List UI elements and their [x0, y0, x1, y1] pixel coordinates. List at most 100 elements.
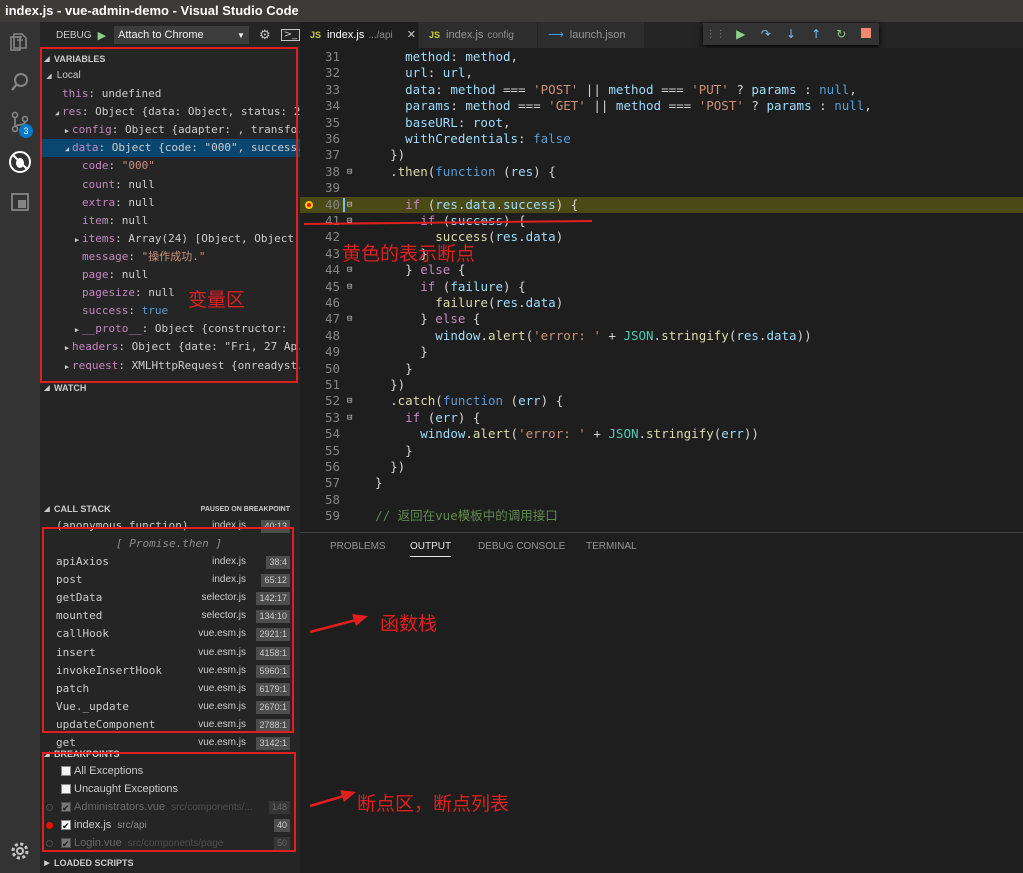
- tab-index-config[interactable]: JS index.js config: [419, 22, 537, 48]
- launch-config-select[interactable]: Attach to Chrome ▼: [114, 26, 249, 44]
- callstack-header[interactable]: ◢ CALL STACK PAUSED ON BREAKPOINT: [40, 499, 300, 519]
- drag-handle-icon[interactable]: ⋮⋮: [703, 29, 728, 40]
- code-line[interactable]: 34 params: method === 'GET' || method ==…: [300, 98, 1023, 115]
- code-line[interactable]: 55 }: [300, 443, 1023, 460]
- line-number[interactable]: 43: [300, 246, 340, 263]
- code-line[interactable]: 58: [300, 492, 1023, 509]
- line-number[interactable]: 55: [300, 443, 340, 460]
- code-line[interactable]: 54 window.alert('error: ' + JSON.stringi…: [300, 426, 1023, 443]
- search-icon[interactable]: [0, 62, 40, 102]
- code-line[interactable]: 35 baseURL: root,: [300, 115, 1023, 132]
- tab-label: launch.json: [569, 29, 626, 41]
- code-line[interactable]: 38 ⊟ .then(function (res) {: [300, 164, 1023, 181]
- tab-launch-json[interactable]: ⟶ launch.json: [538, 22, 644, 48]
- code-line[interactable]: 53 ⊟ if (err) {: [300, 410, 1023, 427]
- tab-index-api[interactable]: JS index.js .../api ✕: [300, 22, 418, 48]
- line-number[interactable]: 33: [300, 82, 340, 99]
- code-line[interactable]: 51 }): [300, 377, 1023, 394]
- code-line[interactable]: 37 }): [300, 147, 1023, 164]
- code-text: withCredentials: false: [405, 131, 571, 146]
- line-number[interactable]: 49: [300, 344, 340, 361]
- line-number[interactable]: 36: [300, 131, 340, 148]
- code-line[interactable]: 49 }: [300, 344, 1023, 361]
- start-debug-icon[interactable]: ▶: [98, 29, 106, 42]
- explorer-icon[interactable]: [0, 22, 40, 62]
- code-line[interactable]: 32 url: url,: [300, 65, 1023, 82]
- line-number[interactable]: 53: [300, 410, 340, 427]
- tab-desc: .../api: [368, 30, 393, 41]
- code-line[interactable]: 52 ⊟ .catch(function (err) {: [300, 393, 1023, 410]
- debug-actions-toolbar: ⋮⋮ ▶ ↷ ↓ ↑ ↻: [703, 23, 879, 45]
- extensions-icon[interactable]: [0, 182, 40, 222]
- code-line[interactable]: 48 window.alert('error: ' + JSON.stringi…: [300, 328, 1023, 345]
- code-editor[interactable]: 31 method: method, 32 url: url, 33 data: m…: [300, 48, 1023, 532]
- line-number[interactable]: 59: [300, 508, 340, 525]
- gear-icon[interactable]: [0, 831, 40, 871]
- fold-icon[interactable]: ⊟: [347, 311, 352, 328]
- line-number[interactable]: 51: [300, 377, 340, 394]
- continue-icon[interactable]: ▶: [728, 27, 753, 41]
- line-number[interactable]: 50: [300, 361, 340, 378]
- line-number[interactable]: 38: [300, 164, 340, 181]
- line-number[interactable]: 57: [300, 475, 340, 492]
- line-number[interactable]: 44: [300, 262, 340, 279]
- chevron-down-icon: ◢: [44, 385, 50, 392]
- variables-highlight-box: [40, 47, 298, 383]
- code-line[interactable]: 45 ⊟ if (failure) {: [300, 279, 1023, 296]
- tab-debug-console[interactable]: DEBUG CONSOLE: [478, 541, 565, 552]
- gear-icon[interactable]: ⚙: [259, 28, 271, 43]
- code-text: data: method === 'POST' || method === 'P…: [405, 81, 857, 97]
- code-text: .catch(function (err) {: [360, 393, 564, 409]
- breakpoint-annotation-underline: [303, 220, 593, 225]
- code-line[interactable]: 50 }: [300, 361, 1023, 378]
- chevron-down-icon: ▼: [237, 30, 245, 40]
- chevron-right-icon: ▶: [44, 860, 50, 867]
- source-control-icon[interactable]: 3: [0, 102, 40, 142]
- code-text: window.alert('error: ' + JSON.stringify(…: [435, 327, 812, 343]
- code-text: }: [360, 475, 383, 491]
- line-number[interactable]: 37: [300, 147, 340, 164]
- line-number[interactable]: 48: [300, 328, 340, 345]
- line-number[interactable]: 54: [300, 426, 340, 443]
- js-file-icon: JS: [310, 30, 322, 40]
- callstack-note: 函数栈: [380, 613, 438, 635]
- tab-problems[interactable]: PROBLEMS: [330, 541, 386, 552]
- fold-icon[interactable]: ⊟: [347, 279, 352, 296]
- line-number[interactable]: 35: [300, 115, 340, 132]
- debug-icon[interactable]: [0, 142, 40, 182]
- step-over-icon[interactable]: ↷: [753, 27, 778, 41]
- fold-icon[interactable]: ⊟: [347, 393, 352, 410]
- loaded-scripts-header[interactable]: ▶ LOADED SCRIPTS: [40, 853, 300, 873]
- code-text: }: [360, 442, 413, 458]
- stop-icon[interactable]: [854, 27, 879, 41]
- line-number[interactable]: 46: [300, 295, 340, 312]
- callstack-highlight-box: [42, 527, 294, 733]
- code-line[interactable]: 59 // 返回在vue模板中的调用接口: [300, 508, 1023, 525]
- code-line[interactable]: 46 failure(res.data): [300, 295, 1023, 312]
- code-line[interactable]: 57 }: [300, 475, 1023, 492]
- code-line[interactable]: 31 method: method,: [300, 49, 1023, 66]
- step-into-icon[interactable]: ↓: [778, 27, 803, 41]
- line-number[interactable]: 31: [300, 49, 340, 66]
- code-line[interactable]: 36 withCredentials: false: [300, 131, 1023, 148]
- code-line[interactable]: 56 }): [300, 459, 1023, 476]
- restart-icon[interactable]: ↻: [829, 27, 854, 41]
- line-number[interactable]: 56: [300, 459, 340, 476]
- callstack-status: PAUSED ON BREAKPOINT: [200, 505, 290, 513]
- line-number[interactable]: 58: [300, 492, 340, 509]
- fold-icon[interactable]: ⊟: [347, 410, 352, 427]
- fold-icon[interactable]: ⊟: [347, 164, 352, 181]
- line-number[interactable]: 34: [300, 98, 340, 115]
- line-number[interactable]: 32: [300, 65, 340, 82]
- terminal-icon[interactable]: >_: [280, 29, 300, 41]
- line-number[interactable]: 52: [300, 393, 340, 410]
- line-number[interactable]: 47: [300, 311, 340, 328]
- close-icon[interactable]: ✕: [407, 29, 416, 41]
- code-line[interactable]: 33 data: method === 'POST' || method ===…: [300, 82, 1023, 99]
- code-text: failure(res.data): [435, 295, 564, 310]
- tab-terminal[interactable]: TERMINAL: [586, 541, 637, 552]
- tab-output[interactable]: OUTPUT: [410, 541, 452, 557]
- line-number[interactable]: 45: [300, 279, 340, 296]
- step-out-icon[interactable]: ↑: [804, 27, 829, 41]
- code-line[interactable]: 47 ⊟ } else {: [300, 311, 1023, 328]
